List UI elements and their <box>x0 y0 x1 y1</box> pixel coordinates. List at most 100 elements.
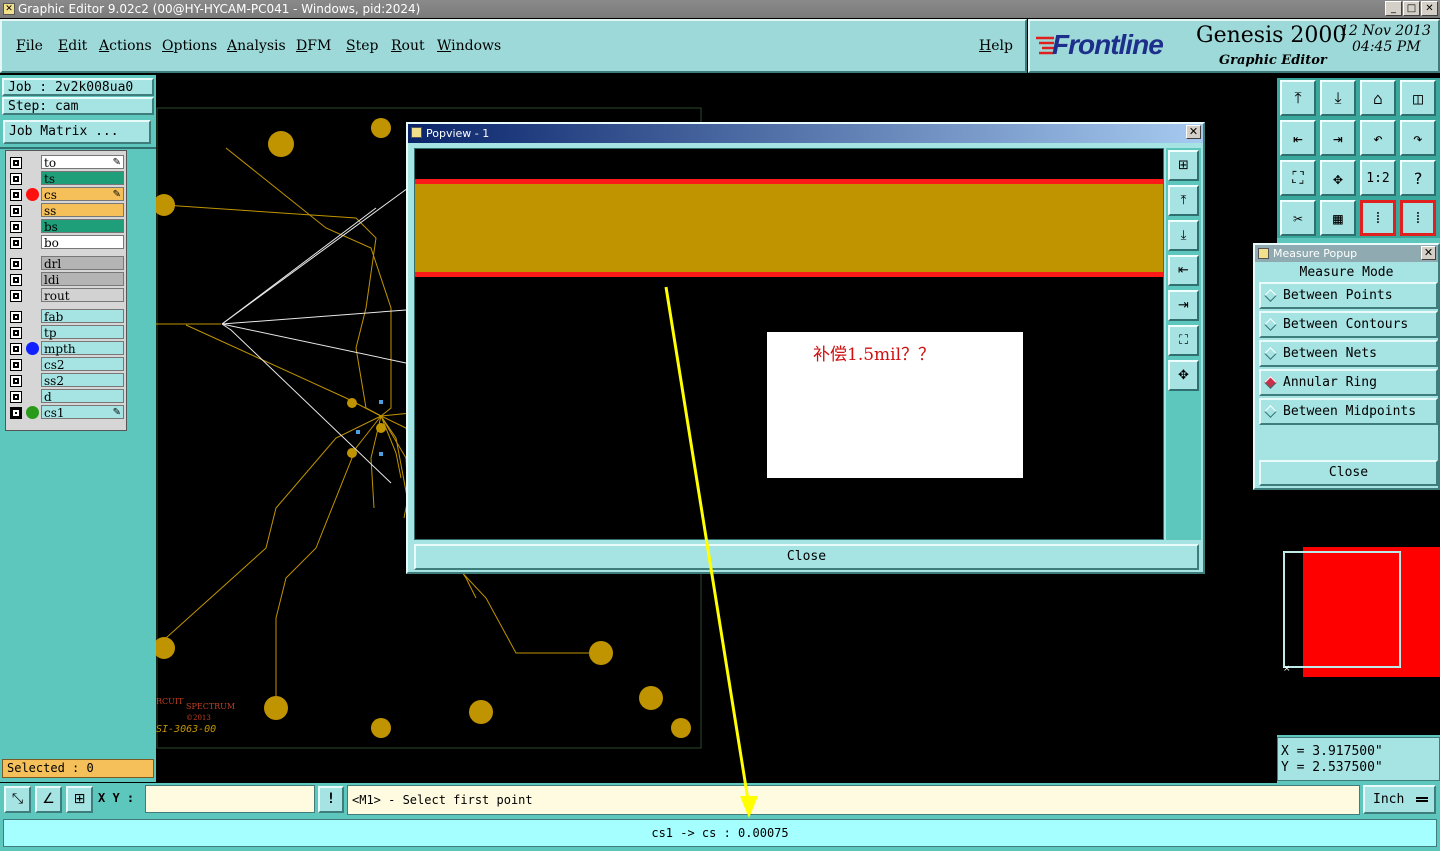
menu-options[interactable]: Options <box>162 38 217 54</box>
layer-row-to[interactable]: to ✎ <box>6 155 126 170</box>
layer-row-fab[interactable]: fab <box>6 309 126 324</box>
layer-row-rout[interactable]: rout <box>6 288 126 303</box>
page-up-icon[interactable]: ⤒ <box>1168 185 1199 216</box>
minimize-button[interactable]: _ <box>1385 1 1402 16</box>
scale-1-2-icon[interactable]: 1:2 <box>1360 160 1396 196</box>
layer-checkbox[interactable] <box>10 290 22 302</box>
job-matrix-button[interactable]: Job Matrix ... <box>3 120 151 144</box>
layer-checkbox[interactable] <box>10 258 22 270</box>
layer-row-tp[interactable]: tp <box>6 325 126 340</box>
measure-option-between-nets[interactable]: Between Nets <box>1259 340 1438 367</box>
home-icon[interactable]: ⌂ <box>1360 80 1396 116</box>
layer-row-ss2[interactable]: ss2 <box>6 373 126 388</box>
layer-checkbox[interactable] <box>10 343 22 355</box>
cursor-coordinates: X = 3.917500" Y = 2.537500" <box>1277 737 1440 781</box>
measure-option-between-points[interactable]: Between Points <box>1259 282 1438 309</box>
pan-left-icon[interactable]: ⇤ <box>1168 255 1199 286</box>
pan-left-icon[interactable]: ⇤ <box>1280 120 1316 156</box>
layer-checkbox[interactable] <box>10 311 22 323</box>
layer-row-ldi[interactable]: ldi <box>6 272 126 287</box>
layer-row-cs1[interactable]: cs1 ✎ <box>6 405 126 420</box>
maximize-button[interactable]: □ <box>1403 1 1420 16</box>
layer-checkbox[interactable] <box>10 274 22 286</box>
menu-windows[interactable]: Windows <box>437 38 501 54</box>
help-question-icon[interactable]: ? <box>1400 160 1436 196</box>
page-down-icon[interactable]: ⤓ <box>1320 80 1356 116</box>
split-view-icon[interactable]: ◫ <box>1400 80 1436 116</box>
zoom-window-icon[interactable]: ⊞ <box>1168 150 1199 181</box>
layer-checkbox[interactable] <box>10 327 22 339</box>
layer-row-d[interactable]: d <box>6 389 126 404</box>
pan-right-icon[interactable]: ⇥ <box>1168 290 1199 321</box>
measure-close-button[interactable]: Close <box>1259 460 1438 486</box>
popview-titlebar: Popview - 1 ✕ <box>408 124 1203 143</box>
layer-checkbox[interactable] <box>10 189 22 201</box>
popview-close-x[interactable]: ✕ <box>1186 125 1201 139</box>
measure-option-annular-ring[interactable]: Annular Ring <box>1259 369 1438 396</box>
layer-name-text: d <box>44 390 52 404</box>
measure-tools-icon[interactable]: ✂ <box>1280 200 1316 236</box>
close-window-button[interactable]: ✕ <box>1421 1 1438 16</box>
redo-view-icon[interactable]: ↷ <box>1400 120 1436 156</box>
layer-checkbox[interactable] <box>10 407 22 419</box>
current-date: 12 Nov 2013 <box>1340 23 1431 39</box>
zoom-center-icon[interactable]: ✥ <box>1320 160 1356 196</box>
brand-name: Frontline <box>1052 29 1164 60</box>
layer-checkbox[interactable] <box>10 157 22 169</box>
menu-dfm[interactable]: DFM <box>296 38 331 54</box>
layer-checkbox[interactable] <box>10 391 22 403</box>
menu-analysis[interactable]: Analysis <box>227 38 286 54</box>
layer-checkbox[interactable] <box>10 237 22 249</box>
menu-actions[interactable]: Actions <box>99 38 152 54</box>
layer-checkbox[interactable] <box>10 359 22 371</box>
layer-name: tp <box>41 325 124 340</box>
radio-diamond-icon <box>1264 347 1277 360</box>
measure-diagonal-icon[interactable]: ⤡ <box>4 786 31 813</box>
layer-net-icon[interactable]: ⁞ <box>1360 200 1396 236</box>
snap-net-icon[interactable]: ⁞ <box>1400 200 1436 236</box>
layer-row-cs2[interactable]: cs2 <box>6 357 126 372</box>
measure-popup-close-x[interactable]: ✕ <box>1421 246 1436 260</box>
white-rat-lines <box>221 187 409 484</box>
popview-close-button[interactable]: Close <box>414 544 1199 570</box>
layer-row-bs[interactable]: bs <box>6 219 126 234</box>
grid-icon[interactable]: ▦ <box>1320 200 1356 236</box>
popview-canvas[interactable]: 补偿1.5mil？？ <box>414 148 1164 540</box>
menu-rout[interactable]: Rout <box>391 38 425 54</box>
fit-all-icon[interactable]: ⛶ <box>1280 160 1316 196</box>
layer-checkbox[interactable] <box>10 205 22 217</box>
angle-measure-icon[interactable]: ∠ <box>35 786 62 813</box>
measure-option-label: Annular Ring <box>1283 375 1377 390</box>
layer-row-ss[interactable]: ss <box>6 203 126 218</box>
zoom-preview[interactable]: × <box>1277 490 1440 735</box>
layer-name-text: cs1 <box>44 406 65 420</box>
menu-help[interactable]: Help <box>979 38 1013 54</box>
radio-diamond-icon <box>1264 376 1277 389</box>
zoom-center-icon[interactable]: ✥ <box>1168 360 1199 391</box>
pan-right-icon[interactable]: ⇥ <box>1320 120 1356 156</box>
status-bar: cs1 -> cs : 0.00075 <box>0 817 1440 851</box>
menu-file[interactable]: File <box>16 38 43 54</box>
layer-row-ts[interactable]: ts <box>6 171 126 186</box>
layer-row-cs[interactable]: cs ✎ <box>6 187 126 202</box>
fit-all-icon[interactable]: ⛶ <box>1168 325 1199 356</box>
layer-row-mpth[interactable]: mpth <box>6 341 126 356</box>
layer-row-drl[interactable]: drl <box>6 256 126 271</box>
grid-snap-icon[interactable]: ⊞ <box>66 786 93 813</box>
undo-view-icon[interactable]: ↶ <box>1360 120 1396 156</box>
page-down-icon[interactable]: ⤓ <box>1168 220 1199 251</box>
layer-row-bo[interactable]: bo <box>6 235 126 250</box>
measure-option-between-contours[interactable]: Between Contours <box>1259 311 1438 338</box>
menu-edit[interactable]: Edit <box>58 38 87 54</box>
menu-step[interactable]: Step <box>346 38 378 54</box>
preview-drawing: × <box>1277 547 1440 677</box>
measure-option-between-midpoints[interactable]: Between Midpoints <box>1259 398 1438 425</box>
page-up-icon[interactable]: ⤒ <box>1280 80 1316 116</box>
edit-pen-icon: ✎ <box>112 407 121 418</box>
layer-checkbox[interactable] <box>10 375 22 387</box>
layer-checkbox[interactable] <box>10 221 22 233</box>
alert-button[interactable]: ! <box>318 786 344 813</box>
layer-checkbox[interactable] <box>10 173 22 185</box>
xy-input[interactable] <box>145 785 315 813</box>
units-select[interactable]: Inch <box>1363 785 1436 814</box>
